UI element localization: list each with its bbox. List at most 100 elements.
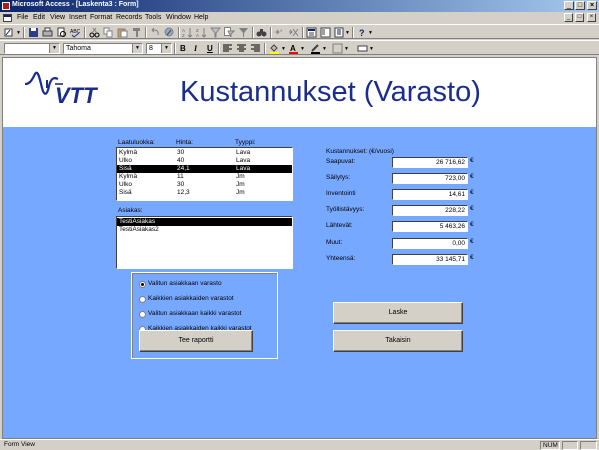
minimize-button[interactable]: _ bbox=[564, 1, 574, 10]
product-list-row[interactable]: Sisä 24,1 Lava bbox=[117, 165, 292, 173]
menu-insert[interactable]: Insert bbox=[69, 14, 87, 21]
product-list-row[interactable]: Kylmä 11 Jm bbox=[117, 173, 292, 181]
cost-label: Saapuvat: bbox=[326, 158, 356, 165]
menu-window[interactable]: Window bbox=[166, 14, 191, 21]
cost-value-field[interactable]: 14,61 bbox=[392, 189, 468, 200]
cost-value-field[interactable]: 33 145,71 bbox=[392, 254, 468, 265]
menu-view[interactable]: View bbox=[50, 14, 65, 21]
cost-value-field[interactable]: 228,22 bbox=[392, 205, 468, 216]
align-right-icon[interactable] bbox=[250, 43, 261, 54]
sort-descending-icon[interactable]: ZA bbox=[196, 27, 207, 38]
paste-icon[interactable] bbox=[117, 27, 128, 38]
menu-format[interactable]: Format bbox=[90, 14, 112, 21]
italic-button[interactable]: I bbox=[194, 44, 197, 53]
special-effect-dropdown-icon[interactable]: ▼ bbox=[369, 46, 374, 52]
line-color-icon[interactable] bbox=[310, 43, 321, 54]
properties-icon[interactable] bbox=[306, 27, 317, 38]
line-color-dropdown-icon[interactable]: ▼ bbox=[322, 46, 327, 52]
delete-record-icon[interactable] bbox=[288, 27, 299, 38]
product-type-cell: Lava bbox=[236, 149, 251, 156]
toolbar-separator bbox=[84, 27, 86, 38]
new-object-dropdown-arrow-icon[interactable]: ▼ bbox=[345, 30, 350, 36]
close-button[interactable]: × bbox=[587, 1, 597, 10]
cost-value-field[interactable]: 723,00 bbox=[392, 173, 468, 184]
align-center-icon[interactable] bbox=[236, 43, 247, 54]
font-color-dropdown-icon[interactable]: ▼ bbox=[300, 46, 305, 52]
font-size-dropdown-icon[interactable]: ▼ bbox=[161, 44, 171, 53]
menu-edit[interactable]: Edit bbox=[33, 14, 45, 21]
customer-list-row[interactable]: TestiAsiakas2 bbox=[117, 226, 292, 234]
view-dropdown-arrow-icon[interactable]: ▼ bbox=[16, 30, 21, 36]
svg-text:*: * bbox=[280, 30, 283, 36]
undo-icon[interactable] bbox=[150, 27, 161, 38]
customer-list-row[interactable]: TestiAsiakas bbox=[117, 218, 292, 226]
report-scope-radio[interactable] bbox=[139, 296, 146, 303]
form-icon[interactable] bbox=[3, 14, 12, 22]
format-painter-icon[interactable] bbox=[131, 27, 142, 38]
line-border-width-icon[interactable] bbox=[332, 43, 343, 54]
help-icon[interactable]: ? bbox=[357, 27, 368, 38]
customer-list[interactable]: TestiAsiakas TestiAsiakas2 bbox=[116, 216, 293, 269]
font-name-select[interactable]: Tahoma ▼ bbox=[63, 43, 143, 54]
sort-ascending-icon[interactable]: AZ bbox=[182, 27, 193, 38]
cost-value-field[interactable]: 26 716,62 bbox=[392, 157, 468, 168]
cut-icon[interactable] bbox=[89, 27, 100, 38]
toolbar-separator bbox=[218, 43, 220, 54]
form-close-button[interactable]: × bbox=[587, 13, 596, 22]
calculate-button[interactable]: Laske bbox=[333, 302, 463, 324]
font-size-select[interactable]: 8 ▼ bbox=[146, 43, 172, 54]
menu-help[interactable]: Help bbox=[194, 14, 208, 21]
menu-tools[interactable]: Tools bbox=[145, 14, 161, 21]
underline-button[interactable]: U bbox=[207, 44, 213, 53]
svg-text:?: ? bbox=[359, 28, 365, 38]
product-list-row[interactable]: Kylmä 30 Lava bbox=[117, 149, 292, 157]
report-scope-option-label[interactable]: Valitun asiakkaan varasto bbox=[148, 280, 222, 287]
report-button[interactable]: Tee raportti bbox=[139, 330, 253, 352]
spelling-icon[interactable]: ABC bbox=[70, 27, 81, 38]
report-scope-option-label[interactable]: Valitun asiakkaan kaikki varastot bbox=[148, 310, 241, 317]
copy-icon[interactable] bbox=[103, 27, 114, 38]
maximize-button[interactable]: □ bbox=[575, 1, 585, 10]
insert-hyperlink-icon[interactable] bbox=[164, 27, 175, 38]
database-window-icon[interactable] bbox=[320, 27, 331, 38]
fill-color-icon[interactable] bbox=[269, 43, 280, 54]
help-dropdown-arrow-icon[interactable]: ▼ bbox=[368, 30, 373, 36]
report-scope-radio[interactable] bbox=[139, 281, 146, 288]
cost-value-field[interactable]: 0,00 bbox=[392, 238, 468, 249]
find-icon[interactable] bbox=[256, 27, 267, 38]
font-color-icon[interactable]: A bbox=[288, 43, 299, 54]
euro-unit-label: € bbox=[470, 238, 474, 245]
product-list-row[interactable]: Ulko 40 Lava bbox=[117, 157, 292, 165]
apply-filter-icon[interactable] bbox=[238, 27, 249, 38]
save-icon[interactable] bbox=[28, 27, 39, 38]
line-width-dropdown-icon[interactable]: ▼ bbox=[344, 46, 349, 52]
object-selector-dropdown-icon[interactable]: ▼ bbox=[49, 44, 59, 53]
menu-file[interactable]: File bbox=[17, 14, 28, 21]
print-preview-icon[interactable] bbox=[56, 27, 67, 38]
product-list-row[interactable]: Sisä 12,3 Jm bbox=[117, 189, 292, 197]
new-object-icon[interactable] bbox=[334, 27, 345, 38]
bold-button[interactable]: B bbox=[180, 44, 186, 53]
product-list[interactable]: Kylmä 30 Lava Ulko 40 Lava Sisä 24,1 Lava Kylmä 11… bbox=[116, 147, 293, 201]
menu-records[interactable]: Records bbox=[116, 14, 142, 21]
form-minimize-button[interactable]: _ bbox=[564, 13, 573, 22]
form-restore-button[interactable]: □ bbox=[575, 13, 584, 22]
vtt-logo-text: VTT bbox=[55, 83, 98, 106]
special-effect-icon[interactable] bbox=[357, 43, 368, 54]
align-left-icon[interactable] bbox=[222, 43, 233, 54]
report-scope-radio[interactable] bbox=[139, 311, 146, 318]
product-list-row[interactable]: Ulko 30 Jm bbox=[117, 181, 292, 189]
print-icon[interactable] bbox=[42, 27, 53, 38]
cost-value-field[interactable]: 5 463,26 bbox=[392, 221, 468, 232]
report-scope-option-label[interactable]: Kaikkien asiakkaiden varastot bbox=[148, 295, 234, 302]
back-button[interactable]: Takaisin bbox=[333, 330, 463, 352]
view-icon[interactable] bbox=[4, 27, 15, 38]
filter-by-selection-icon[interactable] bbox=[210, 27, 221, 38]
toolbar-separator bbox=[252, 27, 254, 38]
new-record-icon[interactable]: * bbox=[274, 27, 285, 38]
customer-name-cell: TestiAsiakas2 bbox=[119, 226, 159, 233]
object-selector[interactable]: ▼ bbox=[4, 43, 60, 54]
fill-color-dropdown-icon[interactable]: ▼ bbox=[281, 46, 286, 52]
filter-by-form-icon[interactable] bbox=[224, 27, 235, 38]
font-name-dropdown-icon[interactable]: ▼ bbox=[132, 44, 142, 53]
